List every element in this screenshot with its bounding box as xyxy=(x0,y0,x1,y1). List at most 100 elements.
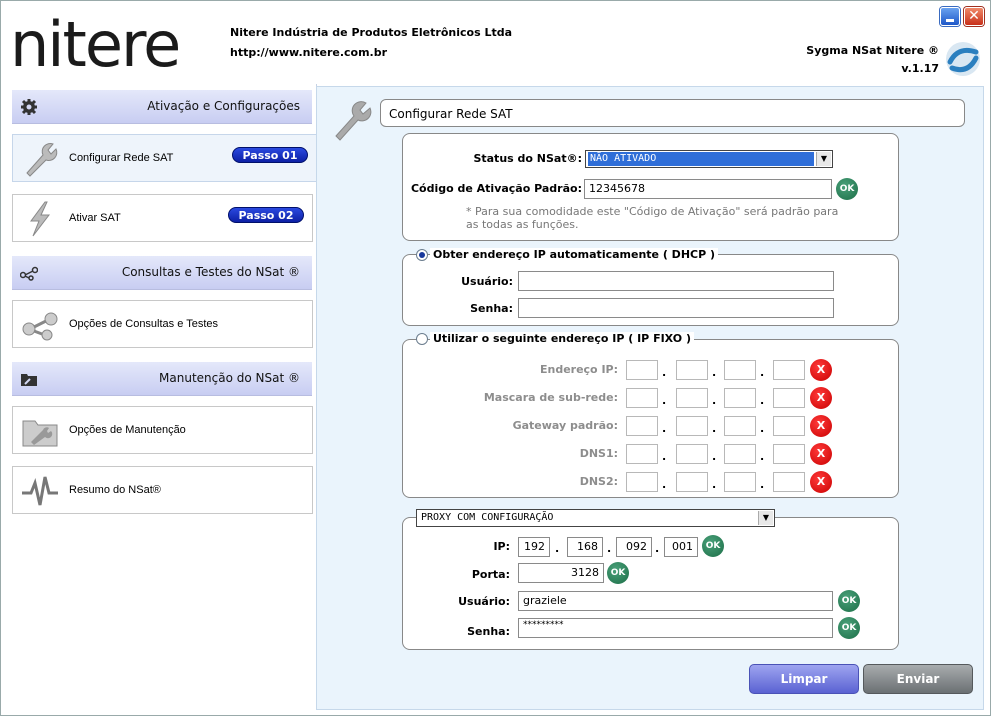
proxy-ip-octet-4[interactable]: 001 xyxy=(664,537,698,557)
ip-fixo-octet-2[interactable] xyxy=(676,472,708,492)
dhcp-senha-input[interactable] xyxy=(518,298,834,318)
ip-fixo-octet-3[interactable] xyxy=(724,416,756,436)
proxy-ip-octet-3[interactable]: 092 xyxy=(616,537,652,557)
section-manutencao: Manutenção do NSat ® xyxy=(12,362,312,396)
enviar-button[interactable]: Enviar xyxy=(863,664,973,694)
status-select[interactable]: NÃO ATIVADO ▼ xyxy=(585,150,833,168)
product-name: Sygma NSat Nitere ® xyxy=(806,44,939,57)
ip-fixo-octet-4[interactable] xyxy=(773,416,805,436)
ip-fixo-row-label: Endereço IP: xyxy=(539,363,618,376)
section-title: Consultas e Testes do NSat ® xyxy=(121,265,300,279)
gear-icon xyxy=(21,99,37,115)
ip-fixo-octet-1[interactable] xyxy=(626,444,658,464)
ip-fixo-octet-1[interactable] xyxy=(626,388,658,408)
ip-dot: . xyxy=(662,478,667,491)
ip-fixo-octet-2[interactable] xyxy=(676,444,708,464)
ip-dot: . xyxy=(655,542,660,555)
minimize-button[interactable] xyxy=(940,7,960,26)
sidebar-item-consultas[interactable]: Opções de Consultas e Testes xyxy=(12,300,313,348)
ip-dot: . xyxy=(607,542,612,555)
proxy-mode-select[interactable]: PROXY COM CONFIGURAÇÃO ▼ xyxy=(416,509,775,527)
dhcp-usuario-input[interactable] xyxy=(518,271,834,291)
ip-fixo-octet-1[interactable] xyxy=(626,360,658,380)
ip-fixo-row-label: DNS2: xyxy=(579,475,618,488)
ip-fixo-octet-2[interactable] xyxy=(676,416,708,436)
proxy-ip-ok-button[interactable]: OK xyxy=(702,535,724,557)
ip-fixo-clear-button[interactable]: X xyxy=(810,415,832,437)
section-title: Ativação e Configurações xyxy=(147,99,300,113)
ip-fixo-octet-3[interactable] xyxy=(724,360,756,380)
ip-fixo-octet-1[interactable] xyxy=(626,416,658,436)
ip-fixo-octet-1[interactable] xyxy=(626,472,658,492)
status-label: Status do NSat®: xyxy=(473,152,582,165)
proxy-mode-value: PROXY COM CONFIGURAÇÃO xyxy=(421,512,554,523)
sygma-logo-icon xyxy=(946,42,980,76)
step-badge: Passo 01 xyxy=(232,147,308,163)
ip-fixo-octet-3[interactable] xyxy=(724,444,756,464)
sidebar-item-configurar-rede[interactable]: Configurar Rede SAT Passo 01 xyxy=(12,134,317,182)
step-badge: Passo 02 xyxy=(228,207,304,223)
proxy-ip-octet-2[interactable]: 168 xyxy=(567,537,603,557)
proxy-porta-input[interactable]: 3128 xyxy=(518,563,604,583)
wrench-icon xyxy=(335,101,372,141)
ip-fixo-row-label: Mascara de sub-rede: xyxy=(483,391,618,404)
sidebar-item-label: Opções de Manutenção xyxy=(69,424,186,436)
lightning-icon xyxy=(30,201,51,237)
ip-dot: . xyxy=(712,394,717,407)
codigo-label: Código de Ativação Padrão: xyxy=(410,182,582,195)
ip-dot: . xyxy=(712,366,717,379)
dhcp-legend[interactable]: Obter endereço IP automaticamente ( DHCP… xyxy=(430,248,719,261)
ip-fixo-octet-4[interactable] xyxy=(773,360,805,380)
ip-fixo-octet-3[interactable] xyxy=(724,472,756,492)
ip-fixo-octet-2[interactable] xyxy=(676,360,708,380)
codigo-ok-button[interactable]: OK xyxy=(836,178,858,200)
ip-fixo-clear-button[interactable]: X xyxy=(810,359,832,381)
ip-dot: . xyxy=(760,422,765,435)
ip-dot: . xyxy=(662,366,667,379)
page-title-box: Configurar Rede SAT xyxy=(380,99,965,127)
proxy-usuario-ok-button[interactable]: OK xyxy=(838,590,860,612)
folder-wrench-icon xyxy=(22,420,58,447)
limpar-button[interactable]: Limpar xyxy=(749,664,859,694)
proxy-porta-label: Porta: xyxy=(471,568,510,581)
ip-dot: . xyxy=(712,478,717,491)
sidebar-item-manutencao[interactable]: Opções de Manutenção xyxy=(12,406,313,454)
proxy-usuario-label: Usuário: xyxy=(458,595,510,608)
nitere-logo: nitere xyxy=(10,18,181,74)
section-consultas: Consultas e Testes do NSat ® xyxy=(12,256,312,290)
ip-fixo-clear-button[interactable]: X xyxy=(810,443,832,465)
ip-fixo-octet-3[interactable] xyxy=(724,388,756,408)
ip-dot: . xyxy=(662,422,667,435)
ip-fixo-octet-4[interactable] xyxy=(773,388,805,408)
ip-fixo-legend[interactable]: Utilizar o seguinte endereço IP ( IP FIX… xyxy=(430,332,694,345)
share-icon xyxy=(20,266,38,281)
dhcp-usuario-label: Usuário: xyxy=(461,275,513,288)
ip-fixo-row-label: Gateway padrão: xyxy=(512,419,618,432)
ip-fixo-clear-button[interactable]: X xyxy=(810,387,832,409)
ip-dot: . xyxy=(712,450,717,463)
proxy-porta-ok-button[interactable]: OK xyxy=(607,562,629,584)
ip-fixo-octet-4[interactable] xyxy=(773,472,805,492)
wrench-icon xyxy=(26,143,58,177)
proxy-usuario-input[interactable]: graziele xyxy=(518,591,833,611)
company-url[interactable]: http://www.nitere.com.br xyxy=(230,46,387,59)
ip-fixo-clear-button[interactable]: X xyxy=(810,471,832,493)
ip-dot: . xyxy=(760,478,765,491)
ip-fixo-octet-4[interactable] xyxy=(773,444,805,464)
section-title: Manutenção do NSat ® xyxy=(159,371,300,385)
proxy-senha-ok-button[interactable]: OK xyxy=(838,617,860,639)
sidebar-item-resumo[interactable]: Resumo do NSat® xyxy=(12,466,313,514)
codigo-ativacao-input[interactable]: 12345678 xyxy=(584,179,832,199)
sidebar-item-ativar-sat[interactable]: Ativar SAT Passo 02 xyxy=(12,194,313,242)
close-button[interactable]: ✕ xyxy=(964,7,984,26)
dhcp-senha-label: Senha: xyxy=(470,302,513,315)
dhcp-radio[interactable] xyxy=(416,249,428,261)
ip-fixo-octet-2[interactable] xyxy=(676,388,708,408)
share-icon xyxy=(22,312,58,341)
sidebar-item-label: Configurar Rede SAT xyxy=(69,152,174,164)
proxy-ip-octet-1[interactable]: 192 xyxy=(518,537,550,557)
proxy-senha-input[interactable]: ********* xyxy=(518,618,833,638)
ip-fixo-radio[interactable] xyxy=(416,333,428,345)
ip-dot: . xyxy=(760,366,765,379)
svg-text:nitere: nitere xyxy=(10,18,179,74)
